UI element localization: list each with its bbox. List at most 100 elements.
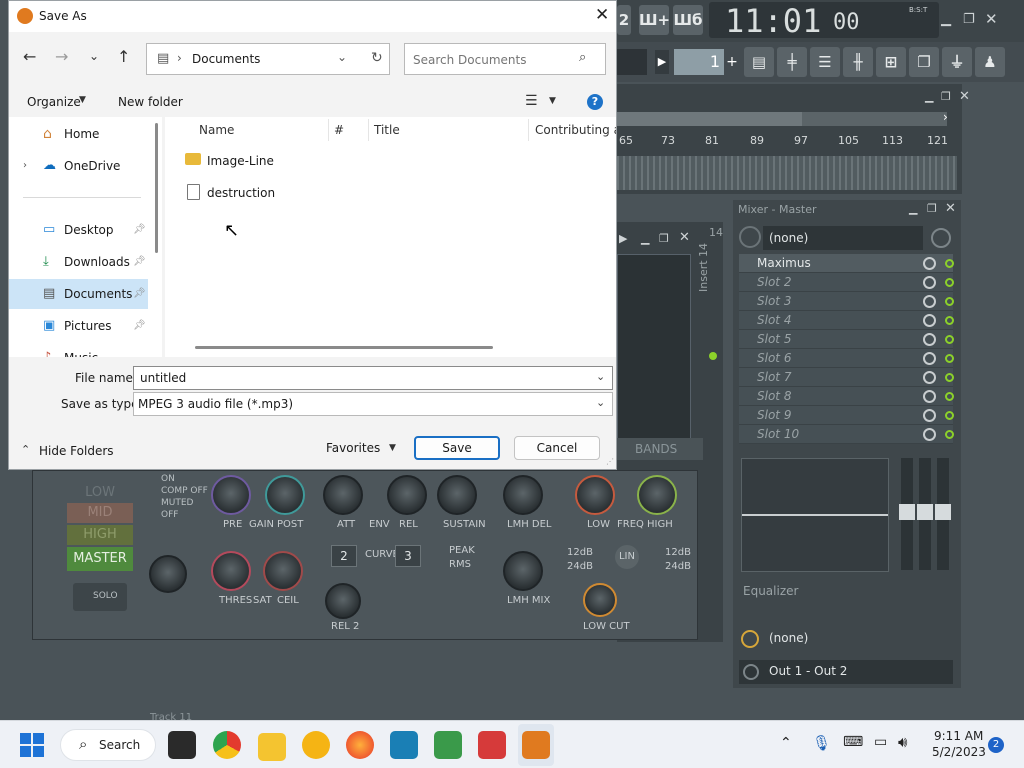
eq-fader-handle[interactable] — [917, 504, 933, 520]
volume-icon[interactable]: 🔊︎ — [898, 733, 907, 751]
post-knob[interactable] — [265, 475, 305, 515]
clock[interactable]: 9:11 AM 5/2/2023 — [930, 727, 986, 763]
network-icon[interactable]: ▭ — [874, 734, 887, 750]
pin-icon[interactable]: 📌︎ — [133, 215, 146, 245]
playlist-restore-icon[interactable]: ❐ — [941, 90, 951, 103]
mixer-slot[interactable]: Slot 4 — [739, 311, 953, 330]
scroll-right-icon[interactable]: › — [943, 110, 948, 124]
rel-knob[interactable] — [387, 475, 427, 515]
organize-dropdown-icon[interactable]: ▼ — [79, 95, 86, 105]
insert-led[interactable] — [709, 352, 717, 360]
chrome-icon[interactable] — [213, 731, 241, 759]
mode-muted[interactable]: MUTED — [161, 497, 208, 509]
pattern-add-icon[interactable]: + — [725, 50, 739, 74]
insert-arrow-icon[interactable]: ▶ — [619, 232, 627, 245]
solo-button[interactable]: SOLO — [73, 583, 127, 611]
scrollbar-thumb[interactable] — [617, 112, 802, 126]
column-header-title[interactable]: Title — [374, 123, 400, 137]
slot-mix-knob[interactable] — [923, 428, 936, 441]
slot-enable-led[interactable] — [945, 259, 954, 268]
playlist-close-icon[interactable]: ✕ — [959, 89, 970, 104]
new-folder-button[interactable]: New folder — [118, 95, 183, 109]
sustain-knob[interactable] — [437, 475, 477, 515]
eq-clock-icon[interactable] — [741, 630, 759, 648]
channel-rack-icon[interactable]: ☰ — [810, 47, 840, 77]
close-icon[interactable]: ✕ — [985, 10, 998, 28]
mixer-slot[interactable]: Slot 3 — [739, 292, 953, 311]
slot-enable-led[interactable] — [945, 316, 954, 325]
file-name-dropdown-icon[interactable]: ⌄ — [596, 370, 605, 383]
column-header-number[interactable]: # — [334, 123, 344, 137]
low-cut-knob[interactable] — [583, 583, 617, 617]
mixer-clock-icon[interactable] — [931, 228, 951, 248]
notepad-icon[interactable] — [434, 731, 462, 759]
recent-chevron-icon[interactable]: ⌄ — [89, 49, 99, 63]
address-bar[interactable]: ▤ › Documents ⌄ ↻ — [146, 43, 390, 75]
mixer-slot[interactable]: Slot 9 — [739, 406, 953, 425]
pre-knob[interactable] — [211, 475, 251, 515]
eq-preset-row[interactable]: (none) — [739, 628, 953, 652]
microphone-icon[interactable]: 🎙︎ — [812, 734, 831, 752]
lmh-del-knob[interactable] — [503, 475, 543, 515]
hide-folders-button[interactable]: Hide Folders — [39, 444, 114, 458]
mixer-preset-icon[interactable] — [739, 226, 761, 248]
mixer-slot[interactable]: Slot 7 — [739, 368, 953, 387]
pattern-arrow-icon[interactable]: ▶ — [655, 50, 669, 74]
minimize-icon[interactable]: ▁ — [941, 12, 951, 27]
slot-enable-led[interactable] — [945, 335, 954, 344]
playlist-minimize-icon[interactable]: ▁ — [925, 90, 933, 103]
wait-button[interactable]: Шб — [673, 5, 703, 35]
taskbar-search[interactable]: ⌕ Search — [60, 729, 156, 761]
slot-mix-knob[interactable] — [923, 314, 936, 327]
lmh-mix-knob[interactable] — [503, 551, 543, 591]
restore-icon[interactable]: ❐ — [963, 12, 975, 27]
file-icon[interactable]: ❐ — [909, 47, 939, 77]
dialog-titlebar[interactable]: Save As ✕ — [9, 1, 616, 32]
file-explorer-icon[interactable] — [258, 733, 286, 761]
mode-on[interactable]: ON — [161, 473, 208, 485]
eq-fader-handle[interactable] — [935, 504, 951, 520]
curve-value[interactable]: 3 — [395, 545, 421, 567]
up-arrow-icon[interactable]: ↑ — [117, 47, 130, 66]
slot-enable-led[interactable] — [945, 411, 954, 420]
band-mid[interactable]: MID — [67, 503, 133, 523]
mixer-slot[interactable]: Slot 2 — [739, 273, 953, 292]
ceil-knob[interactable] — [263, 551, 303, 591]
show-hidden-icons-icon[interactable]: ⌃ — [780, 735, 792, 751]
notification-badge[interactable]: 2 — [988, 737, 1004, 753]
playlist-track[interactable] — [617, 156, 957, 190]
slot-enable-led[interactable] — [945, 297, 954, 306]
att-knob[interactable] — [323, 475, 363, 515]
resize-grip-icon[interactable]: ⋰ — [606, 457, 614, 466]
mixer-slot[interactable]: Slot 10 — [739, 425, 953, 444]
help-icon[interactable]: ? — [587, 94, 603, 110]
nav-item-desktop[interactable]: ▭ Desktop 📌︎ — [9, 215, 148, 245]
slot-mix-knob[interactable] — [923, 371, 936, 384]
mode-off[interactable]: OFF — [161, 509, 208, 521]
search-box[interactable]: ⌕ — [404, 43, 606, 75]
eq-graph[interactable] — [741, 458, 889, 572]
slot-mix-knob[interactable] — [923, 333, 936, 346]
firefox-icon[interactable] — [346, 731, 374, 759]
view-options-icon[interactable]: ☰ — [525, 93, 538, 109]
column-divider[interactable] — [368, 119, 369, 141]
nav-scrollbar[interactable] — [155, 123, 158, 253]
mixer-slot[interactable]: Slot 6 — [739, 349, 953, 368]
slot-enable-led[interactable] — [945, 373, 954, 382]
slot-enable-led[interactable] — [945, 430, 954, 439]
forward-arrow-icon[interactable]: → — [55, 47, 68, 66]
column-divider[interactable] — [328, 119, 329, 141]
nav-item-music[interactable]: ♪ Music — [9, 343, 148, 357]
pattern-box[interactable] — [617, 49, 647, 75]
favorites-dropdown-icon[interactable]: ▼ — [389, 443, 396, 453]
tempo-icon[interactable]: ♟ — [975, 47, 1005, 77]
slot-mix-knob[interactable] — [923, 352, 936, 365]
save-type-select[interactable]: MPEG 3 audio file (*.mp3) ⌄ — [133, 392, 613, 416]
mixer-icon[interactable]: ╫ — [843, 47, 873, 77]
refresh-icon[interactable]: ↻ — [371, 50, 383, 66]
browser-icon[interactable]: ⊞ — [876, 47, 906, 77]
toolbar-button[interactable]: 2 — [617, 5, 631, 35]
norton-icon[interactable] — [302, 731, 330, 759]
task-view-icon[interactable] — [168, 731, 196, 759]
slot-enable-led[interactable] — [945, 392, 954, 401]
